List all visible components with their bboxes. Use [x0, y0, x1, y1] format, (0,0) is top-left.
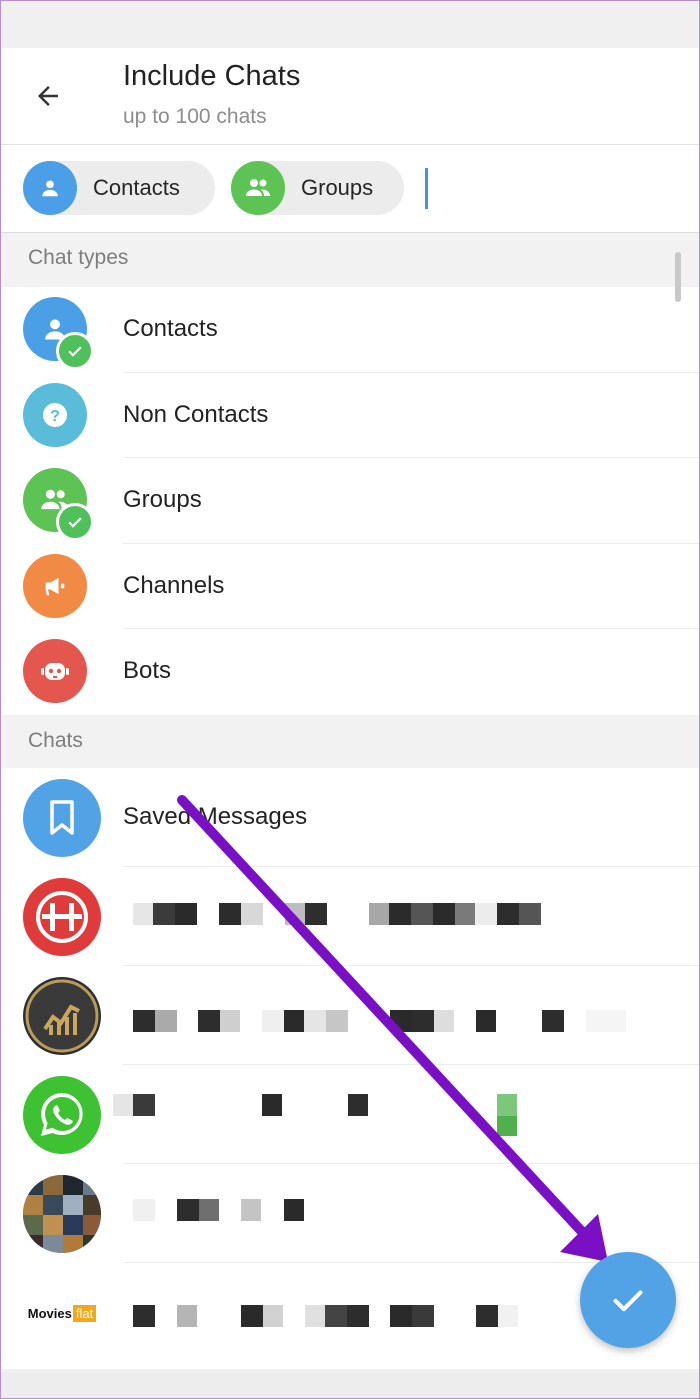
chat-type-label: Channels [123, 572, 225, 599]
group-icon [231, 161, 285, 215]
chat-type-label: Groups [123, 486, 202, 513]
chat-type-groups[interactable]: Groups [0, 458, 700, 544]
chip-label: Groups [301, 175, 374, 200]
arrow-left-icon [38, 86, 58, 106]
page-subtitle: up to 100 chats [123, 105, 267, 128]
bot-icon [23, 639, 87, 703]
chat-row-redacted[interactable] [0, 966, 700, 1065]
chat-type-contacts[interactable]: Contacts [0, 287, 700, 373]
chat-name: Saved Messages [123, 803, 308, 830]
chat-types-list: Contacts ? Non Contacts Groups Channels … [0, 287, 700, 715]
question-icon: ? [23, 383, 87, 447]
app-header: Include Chats up to 100 chats [0, 48, 700, 145]
chip-groups[interactable]: Groups [231, 161, 404, 215]
section-header-chats: Chats [0, 716, 700, 768]
section-header-chat-types: Chat types [0, 233, 700, 285]
text-cursor[interactable] [425, 168, 428, 209]
scrollbar[interactable] [675, 252, 681, 302]
bookmark-icon [23, 779, 101, 857]
redacted-name-pixels [133, 1010, 626, 1032]
chat-row-redacted[interactable] [0, 1164, 700, 1263]
redacted-name-pixels [113, 1094, 517, 1136]
page-title: Include Chats [123, 60, 301, 92]
back-button[interactable] [20, 72, 76, 120]
check-icon [613, 1290, 643, 1312]
section-title: Chat types [28, 246, 129, 269]
chat-type-bots[interactable]: Bots [0, 629, 700, 715]
chat-row-redacted[interactable] [0, 1065, 700, 1164]
section-title: Chats [28, 729, 83, 752]
megaphone-icon [23, 554, 87, 618]
chat-type-non-contacts[interactable]: ? Non Contacts [0, 373, 700, 458]
chip-contacts[interactable]: Contacts [23, 161, 215, 215]
check-badge-icon [56, 332, 94, 370]
chat-type-label: Non Contacts [123, 401, 269, 428]
chat-row-saved-messages[interactable]: Saved Messages [0, 768, 700, 867]
chat-type-channels[interactable]: Channels [0, 544, 700, 629]
chat-type-label: Bots [123, 657, 172, 684]
confirm-fab-button[interactable] [580, 1252, 676, 1348]
chat-row-redacted[interactable] [0, 867, 700, 966]
chip-label: Contacts [93, 175, 180, 200]
redacted-name-pixels [133, 1199, 304, 1221]
redacted-name-pixels [133, 903, 541, 925]
svg-text:?: ? [50, 408, 60, 425]
check-badge-icon [56, 503, 94, 541]
status-bar [0, 0, 700, 48]
person-icon [23, 161, 77, 215]
navigation-bar [0, 1372, 700, 1399]
chat-type-label: Contacts [123, 315, 218, 342]
selected-chips-bar: Contacts Groups [0, 145, 700, 233]
